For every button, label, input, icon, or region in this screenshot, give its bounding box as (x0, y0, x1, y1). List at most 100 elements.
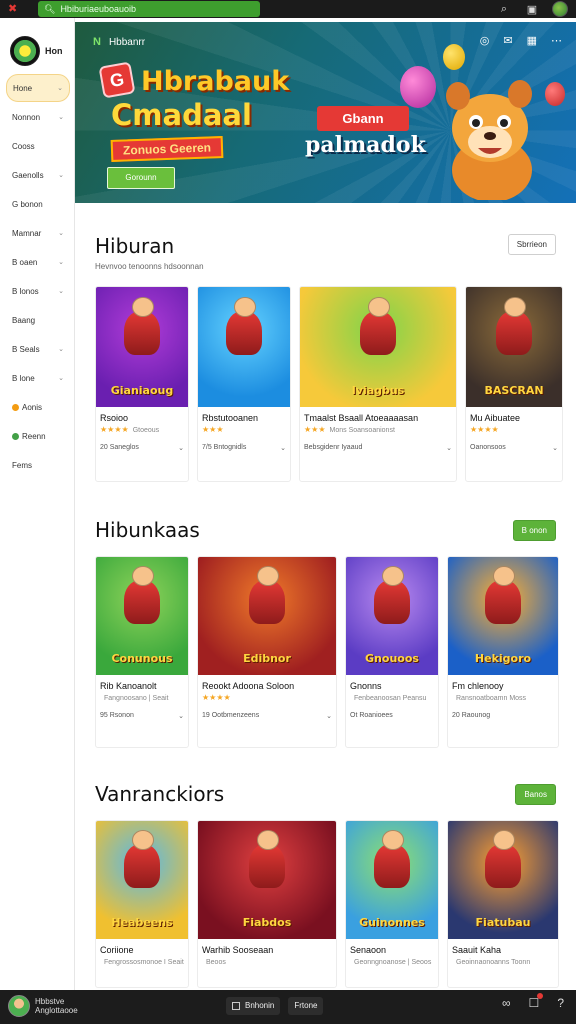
game-card[interactable]: Gianiaoug Rsoioo ★★★★ Gtoeous 20 Saneglos ⌄ (95, 286, 189, 482)
chevron-down-icon[interactable]: ⌄ (178, 444, 184, 452)
sidebar-item-content: B lone (12, 374, 35, 383)
sidebar-item[interactable]: Aonis (6, 393, 70, 421)
sidebar-item[interactable]: Cooss (6, 132, 70, 160)
game-title: Tmaalst Bsaall Atoeaaaasan (304, 413, 419, 423)
thumbnail-title: Fiabdos (242, 916, 292, 929)
window-icon[interactable]: ▣ (524, 1, 540, 17)
game-thumbnail[interactable]: Hekigoro (448, 557, 558, 675)
sidebar-item[interactable]: Gaenolls ⌄ (6, 161, 70, 189)
game-card[interactable]: BASCRAN Mu Aibuatee ★★★★ Oanonsoos ⌄ (465, 286, 563, 482)
profile-avatar[interactable] (552, 1, 568, 17)
game-card[interactable]: Hekigoro Fm chlenooy Ransnoatboamn Moss 20 … (447, 556, 559, 748)
bottom-chip-2-label: Frtone (294, 1001, 318, 1010)
character-illustration (485, 565, 521, 624)
game-card[interactable]: Gnouoos Gnonns Fenbeanoosan Peansu Ot Roani… (345, 556, 439, 748)
character-illustration (374, 565, 410, 624)
card-meta: Oanonsoos ⌄ (466, 434, 562, 452)
chat-icon[interactable]: ☐ (529, 993, 543, 1010)
sidebar-item-content: B lonos (12, 287, 39, 296)
user-info[interactable]: Hbbstve Anglottaooe (35, 997, 78, 1015)
sidebar-item[interactable]: B lone ⌄ (6, 364, 70, 392)
hero-cta-button[interactable]: Gorounn (107, 167, 175, 189)
gift-icon[interactable]: ◎ (480, 34, 490, 47)
chevron-down-icon: ⌄ (58, 114, 64, 121)
balloon-decoration (400, 66, 436, 108)
hero-brand: Hbbanrr (108, 36, 146, 48)
sidebar-item[interactable]: Hone ⌄ (6, 74, 70, 102)
card-meta-info: Ot Roanioees (350, 712, 393, 719)
help-icon[interactable]: ? (557, 996, 564, 1010)
link-icon[interactable]: ∞ (502, 996, 511, 1010)
game-card[interactable]: Conunous Rib Kanoanolt Fangnoosano | Seait… (95, 556, 189, 748)
sidebar-item[interactable]: B Seals ⌄ (6, 335, 70, 363)
section-action-button[interactable]: B onon (512, 520, 556, 541)
search-icon[interactable]: ⌕ (496, 1, 512, 17)
sidebar-item-content: Baang (12, 316, 35, 325)
chevron-down-icon[interactable]: ⌄ (446, 444, 452, 452)
game-thumbnail[interactable]: Heabeens (96, 821, 188, 939)
sidebar-item-content: Cooss (12, 142, 35, 151)
chevron-down-icon[interactable]: ⌄ (280, 444, 286, 452)
game-thumbnail[interactable]: Conunous (96, 557, 188, 675)
app-logo-icon[interactable]: ✖ (8, 3, 20, 15)
game-thumbnail[interactable]: Guinonnes (346, 821, 438, 939)
game-card[interactable]: Rbstutooanen ★★★ 7/5 Bntognidls ⌄ (197, 286, 291, 482)
card-meta: 20 Raounog (448, 702, 558, 719)
brand-logo-icon (10, 36, 40, 66)
game-card[interactable]: Guinonnes Senaoon Geonngnoanose | Seoos (345, 820, 439, 988)
game-card[interactable]: Iviagbus Tmaalst Bsaall Atoeaaaasan ★★★ Mon… (299, 286, 457, 482)
rating-row: ★★★ (198, 423, 290, 434)
chevron-down-icon[interactable]: ⌄ (552, 444, 558, 452)
game-thumbnail[interactable]: Edibnor (198, 557, 336, 675)
rating-row: Geoinnaonoanns Toonn (448, 955, 558, 966)
game-card[interactable]: Fiabdos Warhib Sooseaan Beoos (197, 820, 337, 988)
hero-mid-button[interactable]: Gbann (317, 106, 409, 131)
rating-row: ★★★★ (466, 423, 562, 434)
sidebar-nav: Hone ⌄ Nonnon ⌄ Cooss Gaenolls ⌄ G bonon Mamnar ⌄… (0, 74, 74, 479)
bottom-chip-2[interactable]: Frtone (288, 997, 324, 1015)
rating-label: Fangnoosano | Seait (104, 695, 169, 702)
section-action-button[interactable]: Banos (515, 784, 556, 805)
chevron-down-icon[interactable]: ⌄ (326, 712, 332, 720)
sidebar-item[interactable]: Fems (6, 451, 70, 479)
rating-row: Beoos (198, 955, 336, 966)
mail-icon[interactable]: ✉ (503, 34, 512, 47)
rating-row: Ransnoatboamn Moss (448, 691, 558, 702)
brand[interactable]: Hon (0, 18, 74, 70)
star-rating-icon: ★★★★ (202, 693, 231, 702)
game-thumbnail[interactable]: BASCRAN (466, 287, 562, 407)
game-thumbnail[interactable]: Iviagbus (300, 287, 456, 407)
rating-row: Fenbeanoosan Peansu (346, 691, 438, 702)
sidebar-item[interactable]: G bonon (6, 190, 70, 218)
sidebar-item[interactable]: B lonos ⌄ (6, 277, 70, 305)
sidebar-item[interactable]: Nonnon ⌄ (6, 103, 70, 131)
address-bar[interactable]: 🔍︎ Hbiburiaeuboauoib (38, 1, 260, 17)
game-thumbnail[interactable]: Fiabdos (198, 821, 336, 939)
sidebar-item-label: Reenn (22, 431, 46, 441)
square-icon (232, 1002, 240, 1010)
game-card[interactable]: Heabeens Coriione Fengrossosmonoe I Seait (95, 820, 189, 988)
brand-name: Hon (45, 46, 63, 56)
more-icon[interactable]: ⋯ (551, 34, 562, 47)
game-card[interactable]: Edibnor Reookt Adoona Soloon ★★★★ 19 Ootbme… (197, 556, 337, 748)
section-action-button[interactable]: Sbrrieon (507, 234, 556, 255)
bottom-chip-1[interactable]: Bnhonin (226, 997, 281, 1015)
thumbnail-title: Hekigoro (474, 652, 532, 665)
game-thumbnail[interactable]: Fiatubau (448, 821, 558, 939)
chevron-down-icon[interactable]: ⌄ (178, 712, 184, 720)
card-meta-info: 7/5 Bntognidls (202, 444, 247, 451)
sidebar-item[interactable]: Reenn (6, 422, 70, 450)
chevron-down-icon: ⌄ (58, 375, 64, 382)
balloon-decoration (545, 82, 565, 106)
game-card[interactable]: Fiatubau Saauit Kaha Geoinnaonoanns Toonn (447, 820, 559, 988)
game-thumbnail[interactable] (198, 287, 290, 407)
hero-banner[interactable]: N Hbbanrr ◎ ✉ ▦ ⋯ G Hbrabauk Cmadaal Zon… (75, 22, 576, 203)
user-subtitle: Anglottaooe (35, 1006, 78, 1015)
grid-icon[interactable]: ▦ (527, 34, 537, 47)
sidebar-item[interactable]: Mamnar ⌄ (6, 219, 70, 247)
game-thumbnail[interactable]: Gnouoos (346, 557, 438, 675)
user-avatar[interactable] (8, 995, 30, 1017)
game-thumbnail[interactable]: Gianiaoug (96, 287, 188, 407)
sidebar-item[interactable]: Baang (6, 306, 70, 334)
sidebar-item[interactable]: B oaen ⌄ (6, 248, 70, 276)
